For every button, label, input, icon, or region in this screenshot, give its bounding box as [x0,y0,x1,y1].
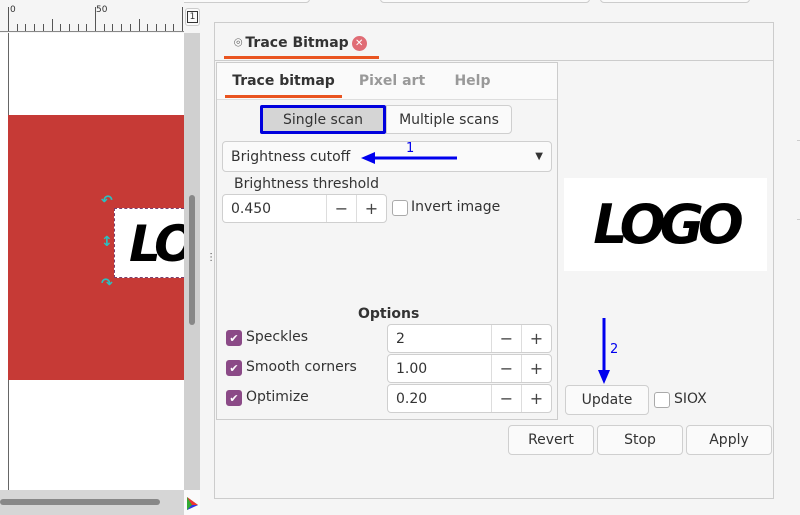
increment-button[interactable]: + [356,195,386,222]
smooth-corners-label: Smooth corners [246,359,357,375]
scrollbar-thumb[interactable] [0,499,160,505]
speckles-spinbox[interactable]: 2 − + [387,324,552,353]
invert-image-label: Invert image [411,199,501,215]
ruler-tick [112,24,114,31]
threshold-spinbox[interactable]: 0.450 − + [222,194,387,223]
ruler-tick [164,24,166,31]
decrement-button[interactable]: − [326,195,356,222]
ruler-tick [77,24,79,31]
close-tab-icon[interactable]: ✕ [351,35,367,51]
tab-pixel-art[interactable]: Pixel art [352,68,432,98]
ruler-tick [16,24,18,31]
chevron-down-icon: ▼ [535,151,543,162]
ruler-label: 50 [96,5,108,15]
increment-button[interactable]: + [521,355,551,382]
siox-label: SIOX [674,391,707,407]
horizontal-ruler: 0 50 [0,0,184,32]
multiple-scans-button[interactable]: Multiple scans [386,105,512,134]
ruler-tick [60,24,62,31]
decrement-button[interactable]: − [491,325,521,352]
ruler-tick [51,19,53,31]
ruler-tick [42,24,44,31]
page-indicator[interactable]: 1 [185,8,200,26]
speckles-checkbox[interactable]: ✔ [226,330,242,346]
stop-button[interactable]: Stop [597,425,683,455]
color-manage-icon[interactable] [184,490,200,515]
rotate-handle-icon[interactable]: ↷ [101,276,113,292]
rotate-handle-icon[interactable]: ↶ [101,193,113,209]
increment-button[interactable]: + [521,325,551,352]
optimize-label: Optimize [246,389,309,405]
ruler-tick [25,24,27,31]
ruler-tick [129,24,131,31]
tab-trace-bitmap[interactable]: Trace bitmap [225,68,342,98]
threshold-label: Brightness threshold [234,176,379,192]
annotation-label-1: 1 [406,141,415,156]
ruler-tick [182,7,183,31]
ruler-tick [147,24,149,31]
optimize-spinbox[interactable]: 0.20 − + [387,384,552,413]
ruler-tick [173,24,175,31]
vertical-scrollbar[interactable] [184,33,200,490]
tab-help[interactable]: Help [445,68,500,98]
ruler-tick [103,24,105,31]
optimize-checkbox[interactable]: ✔ [226,390,242,406]
smooth-corners-checkbox[interactable]: ✔ [226,360,242,376]
dock-tab-trace-bitmap[interactable]: ⌾ Trace Bitmap ✕ [224,30,379,59]
decrement-button[interactable]: − [491,355,521,382]
ruler-tick [68,24,70,31]
increment-button[interactable]: + [521,385,551,412]
dock-header-divider [214,60,774,61]
revert-button[interactable]: Revert [508,425,594,455]
options-heading: Options [358,306,420,322]
scrollbar-thumb[interactable] [189,195,195,325]
siox-checkbox[interactable] [654,392,670,408]
trace-bitmap-icon: ⌾ [234,35,243,51]
update-button[interactable]: Update [565,385,649,415]
speckles-label: Speckles [246,329,308,345]
horizontal-scrollbar[interactable] [0,490,184,515]
apply-button[interactable]: Apply [686,425,772,455]
decrement-button[interactable]: − [491,385,521,412]
ruler-tick [86,24,88,31]
single-scan-button[interactable]: Single scan [260,105,386,134]
ruler-tick [95,7,96,31]
annotation-label-2: 2 [610,342,619,357]
ruler-tick [155,24,157,31]
trace-preview: LOGO [564,178,767,271]
ruler-tick [34,24,36,31]
ruler-tick [138,19,140,31]
skew-handle-icon[interactable]: ↕ [101,234,113,250]
ruler-tick [121,24,123,31]
ruler-tick [8,7,9,31]
selected-logo-bitmap[interactable]: LOG [114,208,184,278]
smooth-corners-spinbox[interactable]: 1.00 − + [387,354,552,383]
ruler-label: 0 [10,5,16,15]
invert-image-checkbox[interactable] [392,200,408,216]
